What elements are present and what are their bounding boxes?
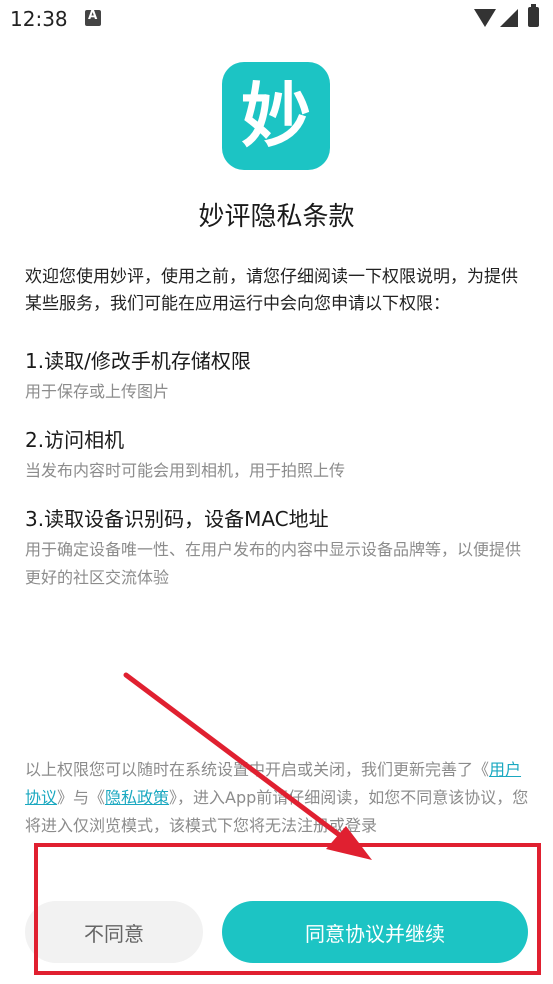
page-title: 妙评隐私条款	[198, 202, 355, 232]
signal-icon	[500, 9, 518, 27]
footer-note: 以上权限您可以随时在系统设置中开启或关闭，我们更新完善了《用户协议》与《隐私政策…	[25, 756, 530, 840]
permission-title: 1.读取/修改手机存储权限	[25, 349, 251, 373]
permission-desc: 当发布内容时可能会用到相机，用于拍照上传	[25, 461, 346, 480]
intro-text: 欢迎您使用妙评，使用之前，请您仔细阅读一下权限说明，为提供某些服务，我们可能在应…	[25, 267, 518, 314]
annotation-highlight-box	[34, 843, 541, 975]
permission-title: 2.访问相机	[25, 428, 125, 452]
permission-desc: 用于保存或上传图片	[25, 382, 170, 401]
app-logo: 妙	[222, 62, 330, 170]
permission-desc: 用于确定设备唯一性、在用户发布的内容中显示设备品牌等，以便提供更好的社区交流体验	[25, 540, 522, 587]
wifi-icon	[474, 9, 496, 27]
permission-item: 2.访问相机 当发布内容时可能会用到相机，用于拍照上传	[25, 427, 535, 485]
footer-text: 》与《	[57, 788, 106, 807]
permission-item: 3.读取设备识别码，设备MAC地址 用于确定设备唯一性、在用户发布的内容中显示设…	[25, 506, 535, 592]
battery-icon	[528, 4, 539, 27]
permission-item: 1.读取/修改手机存储权限 用于保存或上传图片	[25, 348, 535, 406]
app-logo-glyph: 妙	[241, 75, 311, 157]
footer-text: 以上权限您可以随时在系统设置中开启或关闭，我们更新完善了《	[25, 760, 490, 779]
status-time: 12:38	[10, 7, 68, 31]
status-bar: 12:38	[0, 0, 553, 36]
permission-title: 3.读取设备识别码，设备MAC地址	[25, 507, 329, 531]
privacy-policy-link[interactable]: 隐私政策	[105, 788, 169, 807]
notification-icon	[85, 8, 101, 26]
